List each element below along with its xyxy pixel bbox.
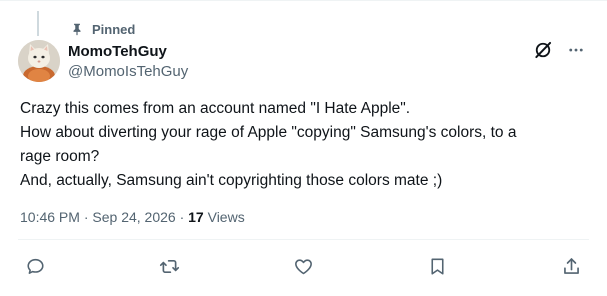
- tweet-date[interactable]: Sep 24, 2026: [92, 209, 175, 225]
- action-bar: [0, 254, 607, 278]
- heart-icon: [294, 258, 312, 274]
- share-button[interactable]: [559, 254, 583, 278]
- share-icon: [563, 257, 579, 274]
- reply-button[interactable]: [23, 254, 47, 278]
- author-info: MomoTehGuy @MomoIsTehGuy: [68, 42, 188, 82]
- pinned-label: Pinned: [92, 21, 136, 37]
- tweet-text-line: rage room?: [20, 148, 100, 165]
- tweet-meta: 10:46 PM · Sep 24, 2026 · 17 Views: [20, 208, 245, 226]
- top-border: [0, 0, 607, 1]
- grok-icon[interactable]: [533, 40, 553, 60]
- cat-avatar-image: [18, 40, 60, 82]
- meta-separator: ·: [83, 209, 89, 225]
- divider: [18, 239, 589, 240]
- tweet-text-line: Crazy this comes from an account named "…: [20, 100, 411, 117]
- like-button[interactable]: [291, 254, 315, 278]
- thread-connector-line: [37, 11, 39, 36]
- tweet-text-line: How about diverting your rage of Apple "…: [20, 124, 517, 141]
- author-handle[interactable]: @MomoIsTehGuy: [68, 62, 188, 82]
- author-display-name[interactable]: MomoTehGuy: [68, 42, 188, 61]
- views-count: 17: [188, 209, 204, 225]
- bookmark-icon: [430, 258, 444, 275]
- repost-icon: [159, 259, 179, 273]
- tweet-text-line: And, actually, Samsung ain't copyrightin…: [20, 172, 443, 189]
- avatar[interactable]: [18, 40, 60, 82]
- pin-icon: [70, 22, 84, 36]
- header-actions: [533, 40, 585, 60]
- tweet-time[interactable]: 10:46 PM: [20, 209, 80, 225]
- tweet-text: Crazy this comes from an account named "…: [20, 97, 595, 193]
- pinned-indicator: Pinned: [70, 20, 135, 38]
- meta-separator: ·: [179, 209, 185, 225]
- reply-icon: [26, 258, 44, 274]
- repost-button[interactable]: [157, 254, 181, 278]
- bookmark-button[interactable]: [425, 254, 449, 278]
- more-icon[interactable]: [567, 41, 585, 59]
- views-label: Views: [207, 209, 245, 225]
